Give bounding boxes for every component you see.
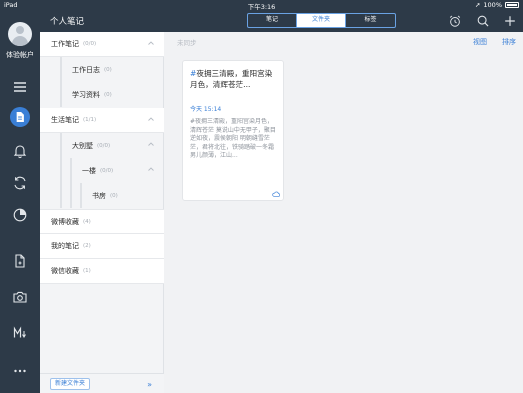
left-rail: 体验帐户 — [0, 10, 40, 393]
battery-percent: 100% — [483, 1, 502, 9]
folder-label: 我的笔记 — [51, 242, 79, 250]
folder-row[interactable]: 工作日志 (0) — [40, 57, 164, 82]
folder-count: (0/0) — [83, 41, 97, 47]
folder-row[interactable]: 我的笔记 (2) — [40, 234, 164, 259]
folder-label: 一楼 — [82, 166, 96, 175]
tab-folders[interactable]: 文件夹 — [297, 14, 346, 27]
collapse-panel-button[interactable]: » — [147, 380, 152, 389]
folder-label: 大别墅 — [72, 141, 93, 150]
folder-label: 书房 — [92, 191, 106, 200]
folder-count: (0) — [110, 192, 118, 199]
folder-panel: 工作笔记 (0/0) 工作日志 (0) 学习资料 (0) 生活笔记 (1/1) … — [40, 32, 164, 393]
alarm-clock-icon[interactable] — [448, 14, 462, 28]
folder-count: (1) — [83, 268, 91, 274]
folder-panel-footer: 新建文件夹 » — [40, 373, 164, 393]
tab-tags[interactable]: 标签 — [346, 14, 395, 27]
chevron-up-icon[interactable] — [147, 140, 155, 148]
battery-icon — [505, 2, 519, 8]
status-right: ➚ 100% — [475, 1, 519, 9]
clock-icon[interactable] — [7, 204, 33, 226]
folder-count: (0/0) — [97, 142, 111, 149]
folder-row[interactable]: 一楼 (0/0) — [40, 158, 164, 183]
folder-count: (4) — [83, 218, 91, 225]
view-button[interactable]: 视图 — [473, 37, 487, 47]
cloud-icon — [272, 191, 280, 197]
tab-notes[interactable]: 笔记 — [248, 14, 297, 27]
folder-label: 微博收藏 — [51, 217, 79, 226]
folder-row[interactable]: 微博收藏 (4) — [40, 209, 164, 234]
folder-count: (1/1) — [83, 117, 97, 123]
note-title: #夜拥三清殿，重阳宫染月色，清辉苍茫... — [190, 69, 276, 100]
markdown-icon[interactable] — [7, 322, 33, 344]
folder-row[interactable]: 书房 (0) — [40, 183, 164, 208]
menu-icon[interactable] — [7, 76, 33, 98]
folder-count: (0/0) — [100, 167, 114, 174]
folder-row[interactable]: 微信收藏 (1) — [40, 259, 164, 284]
folder-row[interactable]: 大别墅 (0/0) — [40, 133, 164, 158]
chevron-up-icon[interactable] — [147, 39, 155, 47]
folder-label: 微信收藏 — [51, 267, 79, 275]
note-preview: #夜拥三清殿，重阳宫染月色，清辉苍茫 莫说山中无甲子，聚目逆如夜，震侯朝阳 明朝… — [190, 118, 276, 160]
note-card[interactable]: #夜拥三清殿，重阳宫染月色，清辉苍茫... 今天 15:14 #夜拥三清殿，重阳… — [182, 60, 284, 201]
folder-row[interactable]: 学习资料 (0) — [40, 82, 164, 107]
search-icon[interactable] — [476, 14, 490, 28]
note-time: 今天 15:14 — [190, 106, 222, 113]
note-title-text: 夜拥三清殿，重阳宫染月色，清辉苍茫... — [190, 69, 273, 89]
folder-label: 工作日志 — [72, 65, 100, 74]
account-name[interactable]: 体验帐户 — [0, 50, 40, 60]
status-bar: iPad 下午3:16 ➚ 100% — [0, 0, 523, 11]
sync-icon[interactable] — [7, 172, 33, 194]
folder-label: 工作笔记 — [51, 40, 79, 48]
camera-icon[interactable] — [7, 286, 33, 308]
sort-button[interactable]: 排序 — [502, 37, 516, 47]
new-note-icon[interactable] — [7, 250, 33, 272]
folder-count: (0) — [104, 66, 112, 73]
bell-icon[interactable] — [7, 140, 33, 162]
chevron-up-icon[interactable] — [147, 165, 155, 173]
add-icon[interactable] — [503, 14, 517, 28]
top-header: 个人笔记 笔记 文件夹 标签 — [40, 10, 523, 32]
chevron-up-icon[interactable] — [147, 115, 155, 123]
folder-label: 生活笔记 — [51, 116, 79, 124]
folder-count: (2) — [83, 243, 91, 249]
location-arrow-icon: ➚ — [474, 1, 481, 9]
more-icon[interactable] — [7, 360, 33, 382]
page-title: 个人笔记 — [50, 17, 85, 27]
folder-label: 学习资料 — [72, 90, 100, 99]
folder-count: (0) — [104, 91, 112, 98]
sync-status: 未同步 — [177, 39, 197, 47]
avatar[interactable] — [8, 22, 32, 46]
new-folder-button[interactable]: 新建文件夹 — [50, 378, 91, 390]
folder-row[interactable]: 生活笔记 (1/1) — [40, 108, 164, 133]
note-document-icon[interactable] — [7, 106, 33, 128]
view-segmented-control: 笔记 文件夹 标签 — [247, 13, 396, 28]
note-list-area: 未同步 视图 排序 #夜拥三清殿，重阳宫染月色，清辉苍茫... 今天 15:14… — [165, 32, 523, 393]
folder-row[interactable]: 工作笔记 (0/0) — [40, 32, 164, 57]
